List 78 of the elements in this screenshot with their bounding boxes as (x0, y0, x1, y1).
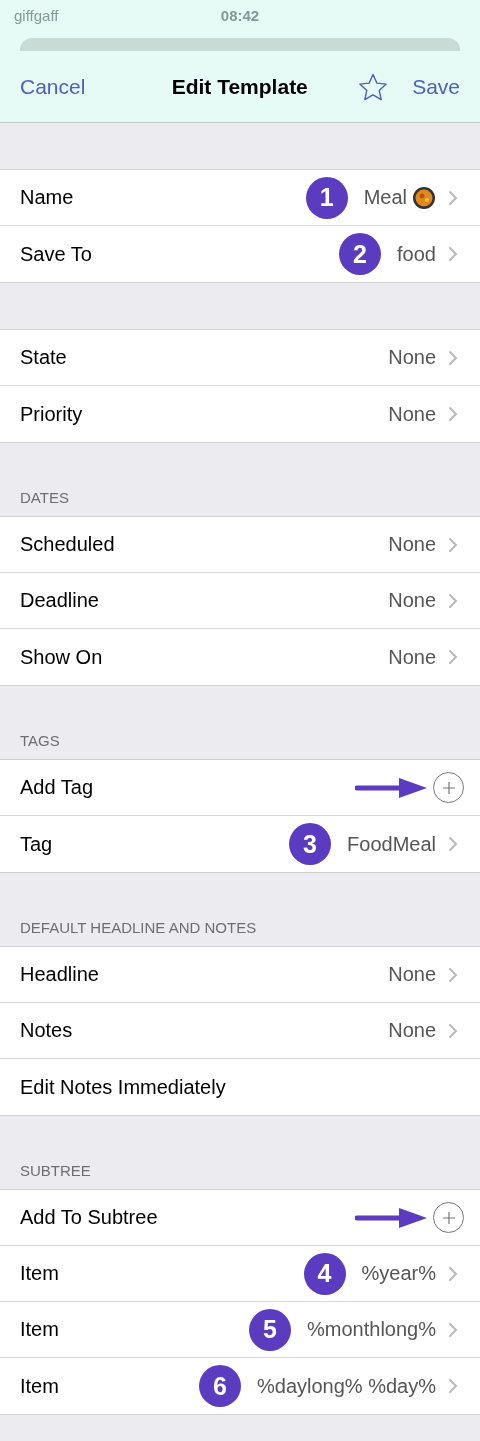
settings-row[interactable]: Scheduled None (0, 517, 480, 573)
row-value: None (388, 533, 436, 556)
save-button[interactable]: Save (412, 74, 460, 99)
row-label: Item (20, 1374, 60, 1398)
plus-icon (441, 1210, 456, 1225)
number-badge: 5 (249, 1308, 292, 1351)
row-label: Deadline (20, 589, 100, 612)
settings-row[interactable]: Item 6 %daylong% %day% (0, 1358, 480, 1414)
settings-row[interactable]: Priority None (0, 386, 480, 442)
chevron-icon (448, 836, 458, 852)
chevron-icon (448, 189, 458, 206)
status-time: 08:42 (220, 6, 260, 24)
chevron-icon (448, 1022, 458, 1039)
screen-title: Edit Template (170, 74, 309, 99)
row-value: food (397, 242, 436, 266)
row-label: Save To (20, 242, 93, 266)
row-value: Meal (363, 186, 407, 209)
settings-row[interactable]: Edit Notes Immediately (0, 1059, 480, 1115)
settings-row[interactable]: State None (0, 330, 480, 386)
number-badge: 6 (199, 1365, 241, 1407)
row-label: Tag (20, 832, 54, 856)
row-label: Item (20, 1262, 60, 1285)
settings-row[interactable]: Add Tag (0, 760, 480, 816)
section-header: TAGS (19, 732, 61, 751)
number-badge: 3 (289, 823, 332, 865)
add-button[interactable] (433, 772, 464, 803)
chevron-icon (448, 966, 458, 983)
row-label: Scheduled (20, 533, 116, 556)
row-label: Priority (20, 402, 84, 426)
chevron-icon (448, 649, 458, 665)
row-value: None (388, 963, 436, 986)
chevron-icon (448, 592, 458, 609)
settings-row[interactable]: Headline None (0, 947, 480, 1003)
section-header: DEFAULT HEADLINE AND NOTES (19, 919, 258, 938)
settings-row[interactable]: Add To Subtree (0, 1190, 480, 1246)
cancel-button[interactable]: Cancel (20, 74, 86, 99)
settings-row[interactable]: Deadline None (0, 573, 480, 629)
row-value: %monthlong% (307, 1318, 436, 1341)
row-label: Name (20, 186, 75, 209)
settings-row[interactable]: Tag 3 FoodMeal (0, 816, 480, 872)
number-badge: 4 (303, 1252, 346, 1295)
number-badge: 2 (339, 233, 382, 275)
row-value: None (388, 589, 436, 612)
row-label: Add To Subtree (20, 1206, 159, 1229)
settings-row[interactable]: Notes None (0, 1003, 480, 1059)
row-value: %year% (361, 1262, 436, 1285)
number-badge: 1 (305, 176, 348, 219)
chevron-icon (448, 536, 458, 553)
chevron-icon (448, 349, 458, 366)
row-label: Edit Notes Immediately (20, 1075, 227, 1099)
row-value: None (388, 1019, 436, 1042)
row-value: %daylong% %day% (257, 1374, 436, 1398)
row-label: State (20, 346, 68, 369)
chevron-icon (448, 1378, 458, 1394)
settings-row[interactable]: Item 4 %year% (0, 1246, 480, 1302)
chevron-icon (448, 1265, 458, 1282)
row-label: Show On (20, 645, 104, 669)
row-value: None (388, 645, 436, 669)
row-value: FoodMeal (347, 832, 436, 856)
row-label: Headline (20, 963, 100, 986)
plus-icon (441, 780, 456, 795)
settings-row[interactable]: Name 1 Meal (0, 170, 480, 226)
chevron-icon (448, 1321, 458, 1338)
row-value: None (388, 402, 436, 426)
row-value: None (388, 346, 436, 369)
chevron-icon (448, 246, 458, 262)
chevron-icon (448, 406, 458, 422)
add-button[interactable] (433, 1202, 464, 1233)
star-icon[interactable] (358, 72, 389, 101)
section-header: DATES (19, 489, 70, 508)
row-label: Item (20, 1318, 60, 1341)
section-header: SUBTREE (19, 1162, 92, 1181)
row-label: Notes (20, 1019, 74, 1042)
row-label: Add Tag (20, 776, 95, 799)
settings-row[interactable]: Save To 2 food (0, 226, 480, 282)
carrier-name: giffgaff (14, 6, 59, 24)
settings-row[interactable]: Show On None (0, 629, 480, 685)
settings-row[interactable]: Item 5 %monthlong% (0, 1302, 480, 1358)
